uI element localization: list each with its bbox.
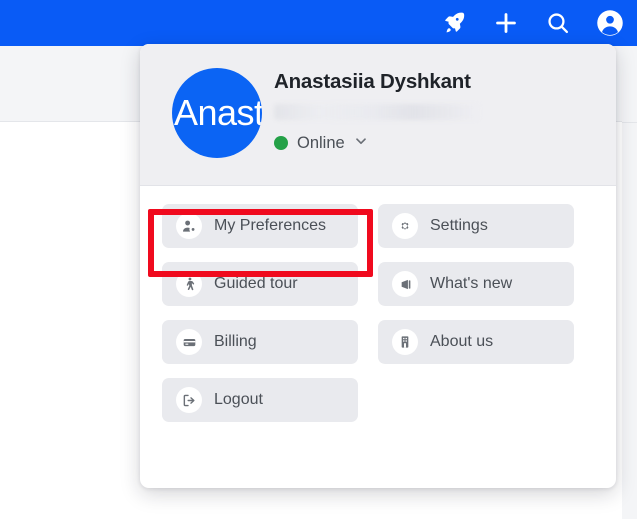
menu-item-guided-tour[interactable]: Guided tour [162,262,358,306]
account-popup: Anastasiia Anastasiia Dyshkant Online [140,44,616,488]
status-label: Online [297,133,345,152]
menu-item-logout[interactable]: Logout [162,378,358,422]
top-navigation-bar [0,0,637,46]
page-right-margin [622,46,637,519]
building-icon [392,329,418,355]
credit-card-icon [176,329,202,355]
menu-item-label: About us [430,333,494,350]
avatar-initials: Anastasiia [174,92,262,133]
plus-icon[interactable] [491,8,521,38]
user-settings-icon [176,213,202,239]
page-right-margin-divider [622,122,637,123]
menu-item-billing[interactable]: Billing [162,320,358,364]
status-indicator-dot [274,136,288,151]
menu-item-label: Guided tour [214,275,298,292]
walking-person-icon [176,271,202,297]
menu-item-whats-new[interactable]: What's new [378,262,574,306]
user-name: Anastasiia Dyshkant [274,70,471,93]
avatar: Anastasiia [172,68,262,158]
menu-item-about-us[interactable]: About us [378,320,574,364]
menu-item-label: What's new [430,275,513,292]
account-avatar-icon[interactable] [595,8,625,38]
rocket-icon[interactable] [439,8,469,38]
megaphone-icon [392,271,418,297]
account-popup-menu: My Preferences Settings Guided tour What… [140,186,616,444]
gear-icon [392,213,418,239]
user-info-block: Anastasiia Dyshkant Online [274,70,600,153]
menu-item-label: My Preferences [214,217,327,234]
app-root: Anastasiia Anastasiia Dyshkant Online [0,0,637,519]
menu-item-my-preferences[interactable]: My Preferences [162,204,358,248]
account-popup-header: Anastasiia Anastasiia Dyshkant Online [140,44,616,186]
top-navigation-icon-group [439,0,625,46]
menu-item-label: Billing [214,333,257,350]
menu-item-label: Settings [430,217,488,234]
user-email-redacted [274,103,479,120]
menu-item-settings[interactable]: Settings [378,204,574,248]
status-selector[interactable]: Online [274,134,368,153]
menu-item-label: Logout [214,391,263,408]
chevron-down-icon [354,134,368,153]
search-icon[interactable] [543,8,573,38]
logout-arrow-icon [176,387,202,413]
